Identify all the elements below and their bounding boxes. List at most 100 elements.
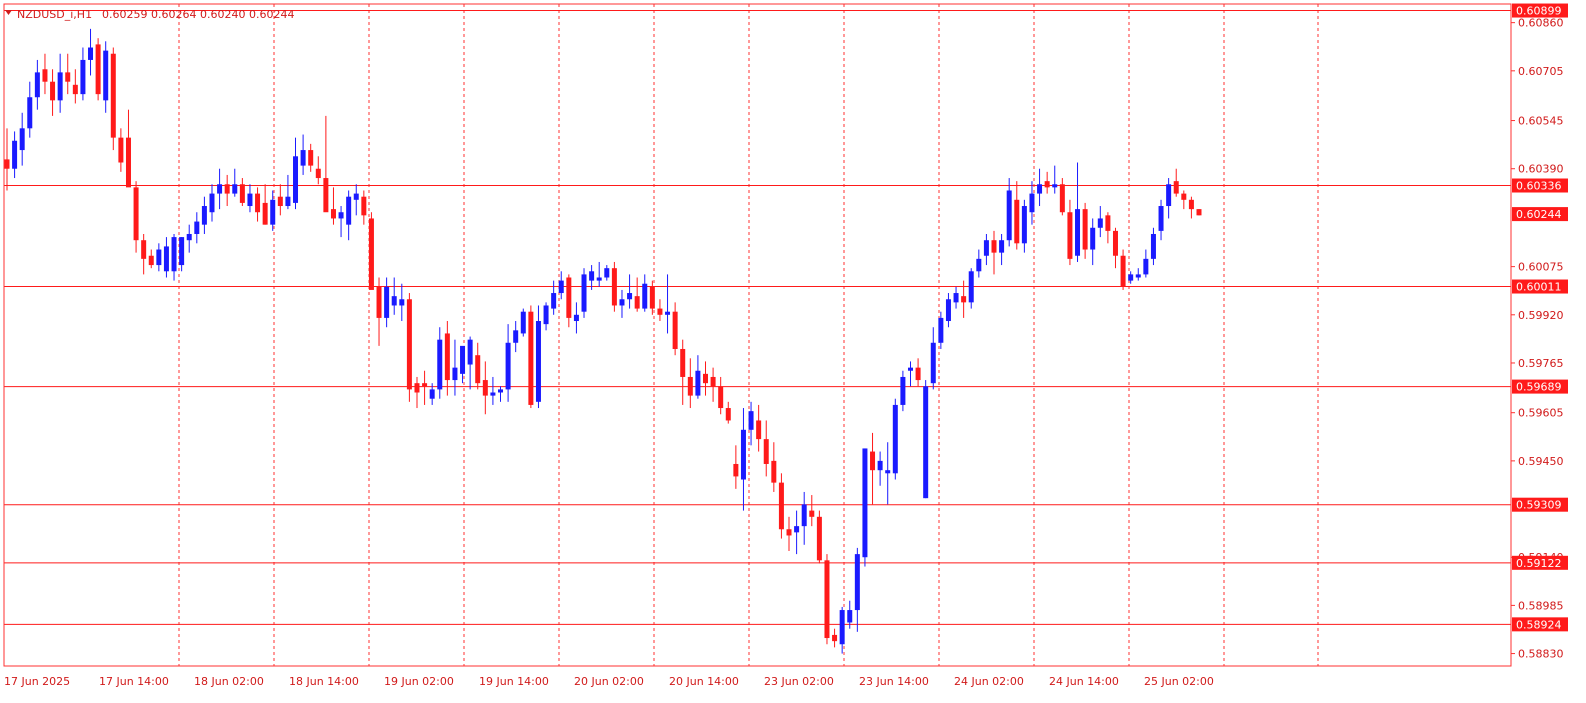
candle-body	[179, 237, 185, 266]
time-tick-label: 18 Jun 02:00	[194, 675, 264, 688]
candle-body	[72, 84, 78, 95]
candle-body	[361, 196, 367, 216]
price-tick-label: 0.59450	[1518, 455, 1564, 468]
candle[interactable]	[368, 212, 374, 290]
candle-body	[399, 299, 405, 306]
candle-body	[141, 240, 147, 259]
candle-body	[520, 311, 526, 334]
candle-body	[900, 376, 906, 405]
level-price-label: 0.60011	[1516, 281, 1562, 294]
candle[interactable]	[528, 305, 534, 409]
ohlc-readout: 0.60259 0.60264 0.60240 0.60244	[102, 8, 294, 21]
price-tick-label: 0.58985	[1518, 599, 1564, 612]
candle-body	[953, 293, 959, 303]
candle-body	[543, 305, 549, 325]
candle-body	[839, 610, 845, 645]
candle[interactable]	[1196, 209, 1202, 216]
candle-body	[695, 370, 701, 396]
price-tick-label: 0.60390	[1518, 163, 1564, 176]
candle-body	[1044, 181, 1050, 188]
candle-body	[611, 268, 617, 306]
time-tick-label: 19 Jun 02:00	[384, 675, 454, 688]
candle-body	[945, 299, 951, 322]
candle[interactable]	[581, 268, 587, 318]
candle-body	[422, 383, 428, 387]
level-price-label: 0.60336	[1516, 180, 1562, 193]
candle-body	[224, 184, 230, 194]
candle-body	[50, 81, 56, 101]
candle-body	[725, 408, 731, 421]
candle-body	[748, 411, 754, 430]
candle-body	[103, 50, 109, 101]
price-tick-label: 0.58830	[1518, 648, 1564, 661]
candle-body	[672, 311, 678, 349]
candle-body	[201, 206, 207, 225]
candle[interactable]	[923, 380, 929, 499]
candle[interactable]	[95, 38, 101, 101]
candle-body	[460, 345, 466, 374]
candle[interactable]	[824, 554, 830, 645]
candle-body	[566, 277, 572, 318]
candle-body	[718, 386, 724, 409]
time-tick-label: 24 Jun 02:00	[954, 675, 1024, 688]
candle-body	[171, 237, 177, 272]
time-tick-label: 20 Jun 02:00	[574, 675, 644, 688]
candle[interactable]	[611, 261, 617, 312]
candle[interactable]	[520, 308, 526, 337]
candle-body	[1075, 209, 1081, 256]
candle-body	[1067, 212, 1073, 259]
candle[interactable]	[778, 473, 784, 539]
candle-body	[414, 383, 420, 393]
candle-body	[34, 72, 40, 98]
level-price-label: 0.60899	[1516, 5, 1562, 18]
candle-body	[232, 184, 238, 194]
candle-body	[110, 53, 116, 138]
candle-body	[429, 389, 435, 399]
candle-body	[824, 560, 830, 639]
candle-body	[809, 510, 815, 517]
candle-body	[262, 202, 268, 225]
candle-body	[42, 69, 48, 82]
candle-body	[1196, 209, 1202, 216]
candle-body	[368, 218, 374, 290]
candle-body	[649, 286, 655, 309]
price-tick-label: 0.59605	[1518, 407, 1564, 420]
price-tick-label: 0.59765	[1518, 357, 1564, 370]
candle-body	[999, 240, 1005, 253]
candle-body	[1052, 184, 1058, 188]
candle-body	[391, 296, 397, 306]
candle-body	[634, 296, 640, 309]
candle-body	[330, 209, 336, 219]
candle[interactable]	[110, 47, 116, 151]
candle-body	[642, 283, 648, 309]
candlestick-chart[interactable]: 17 Jun 2025 17 Jun 14:00 18 Jun 02:00 18 Ju…	[0, 0, 1586, 703]
price-tick-label: 0.60860	[1518, 17, 1564, 30]
chart-background	[0, 0, 1586, 703]
candle-body	[763, 439, 769, 464]
candle-body	[733, 463, 739, 477]
candle[interactable]	[892, 398, 898, 480]
candle-body	[923, 386, 929, 499]
candle-body	[1166, 184, 1172, 207]
current-price-label: 0.60244	[1516, 208, 1562, 221]
candle-body	[156, 249, 162, 266]
candle-body	[794, 526, 800, 533]
symbol-label: NZDUSD_i,H1	[17, 8, 92, 21]
candle[interactable]	[406, 293, 412, 402]
candle-body	[1021, 206, 1027, 244]
candle-body	[1029, 193, 1035, 213]
price-tick-label: 0.60075	[1518, 261, 1564, 274]
candle-body	[535, 321, 541, 402]
candle-body	[239, 184, 245, 203]
candle[interactable]	[862, 448, 868, 567]
candle-body	[702, 373, 708, 384]
time-tick-label: 23 Jun 02:00	[764, 675, 834, 688]
candle-body	[217, 184, 223, 194]
candle-body	[308, 150, 314, 166]
candle-body	[657, 308, 663, 315]
candle-body	[209, 193, 215, 213]
candle-body	[338, 212, 344, 219]
candle-body	[277, 196, 283, 207]
candle[interactable]	[816, 510, 822, 564]
chart-window[interactable]: 17 Jun 2025 17 Jun 14:00 18 Jun 02:00 18 Ju…	[0, 0, 1586, 703]
